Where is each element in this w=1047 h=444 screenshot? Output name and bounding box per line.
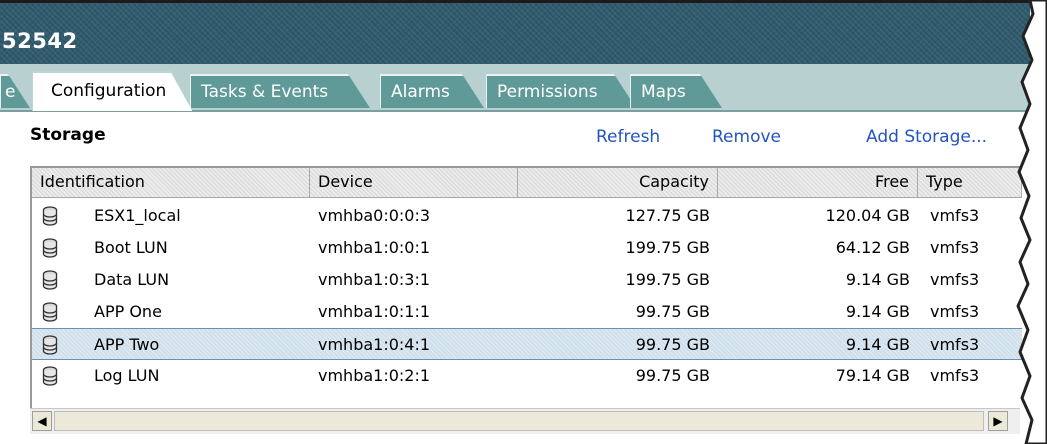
datastore-icon — [42, 206, 58, 226]
datastore-icon — [42, 302, 58, 322]
row-free: 64.12 GB — [835, 238, 910, 257]
title-bar: 52542 — [0, 0, 1030, 67]
row-free: 9.14 GB — [845, 270, 910, 289]
row-type: vmfs3 — [930, 206, 980, 225]
table-row-selected[interactable]: APP Two vmhba1:0:4:1 99.75 GB 9.14 GB vm… — [32, 328, 1022, 360]
column-header-capacity[interactable]: Capacity — [518, 168, 718, 198]
row-type: vmfs3 — [930, 302, 980, 321]
horizontal-scrollbar[interactable]: ◀ ▶ — [30, 408, 1020, 434]
row-device: vmhba1:0:0:1 — [318, 238, 431, 257]
row-free: 79.14 GB — [835, 366, 910, 385]
tab-tasks-events[interactable]: Tasks & Events — [190, 74, 370, 108]
row-free: 120.04 GB — [825, 206, 910, 225]
row-capacity: 199.75 GB — [625, 238, 710, 257]
row-type: vmfs3 — [930, 335, 980, 354]
table-row[interactable]: Data LUN vmhba1:0:3:1 199.75 GB 9.14 GB … — [32, 264, 1022, 296]
row-capacity: 99.75 GB — [635, 366, 710, 385]
row-capacity: 127.75 GB — [625, 206, 710, 225]
table-row[interactable]: Log LUN vmhba1:0:2:1 99.75 GB 79.14 GB v… — [32, 360, 1022, 392]
add-storage-link[interactable]: Add Storage... — [866, 127, 987, 147]
column-header-device[interactable]: Device — [310, 168, 518, 198]
window-title: 52542 — [2, 29, 78, 53]
table-row[interactable]: ESX1_local vmhba0:0:0:3 127.75 GB 120.04… — [32, 200, 1022, 232]
storage-table: Identification Device Capacity Free Type… — [30, 166, 1022, 434]
row-capacity: 199.75 GB — [625, 270, 710, 289]
row-device: vmhba0:0:0:3 — [318, 206, 431, 225]
row-type: vmfs3 — [930, 366, 980, 385]
datastore-icon — [42, 270, 58, 290]
row-capacity: 99.75 GB — [635, 302, 710, 321]
row-identification: Boot LUN — [94, 238, 168, 257]
row-device: vmhba1:0:2:1 — [318, 366, 431, 385]
refresh-link[interactable]: Refresh — [596, 127, 660, 147]
row-identification: APP Two — [94, 335, 160, 354]
row-free: 9.14 GB — [845, 302, 910, 321]
datastore-icon — [42, 335, 58, 355]
column-header-free[interactable]: Free — [718, 168, 918, 198]
row-device: vmhba1:0:1:1 — [318, 302, 431, 321]
scroll-thumb[interactable] — [54, 411, 984, 431]
row-free: 9.14 GB — [845, 335, 910, 354]
remove-link[interactable]: Remove — [712, 127, 781, 147]
tab-configuration[interactable]: Configuration — [32, 71, 192, 111]
row-identification: Log LUN — [94, 366, 160, 385]
row-identification: ESX1_local — [94, 206, 181, 225]
section-title: Storage — [30, 125, 106, 145]
datastore-icon — [42, 238, 58, 258]
row-type: vmfs3 — [930, 270, 980, 289]
table-row[interactable]: Boot LUN vmhba1:0:0:1 199.75 GB 64.12 GB… — [32, 232, 1022, 264]
row-device: vmhba1:0:4:1 — [318, 335, 431, 354]
scroll-left-icon[interactable]: ◀ — [32, 411, 52, 431]
table-row[interactable]: APP One vmhba1:0:1:1 99.75 GB 9.14 GB vm… — [32, 296, 1022, 328]
column-header-identification[interactable]: Identification — [32, 168, 310, 198]
row-capacity: 99.75 GB — [635, 335, 710, 354]
tab-permissions[interactable]: Permissions — [486, 74, 636, 108]
row-identification: APP One — [94, 302, 162, 321]
torn-edge — [1016, 0, 1047, 444]
row-type: vmfs3 — [930, 238, 980, 257]
datastore-icon — [42, 366, 58, 386]
row-device: vmhba1:0:3:1 — [318, 270, 431, 289]
row-identification: Data LUN — [94, 270, 170, 289]
